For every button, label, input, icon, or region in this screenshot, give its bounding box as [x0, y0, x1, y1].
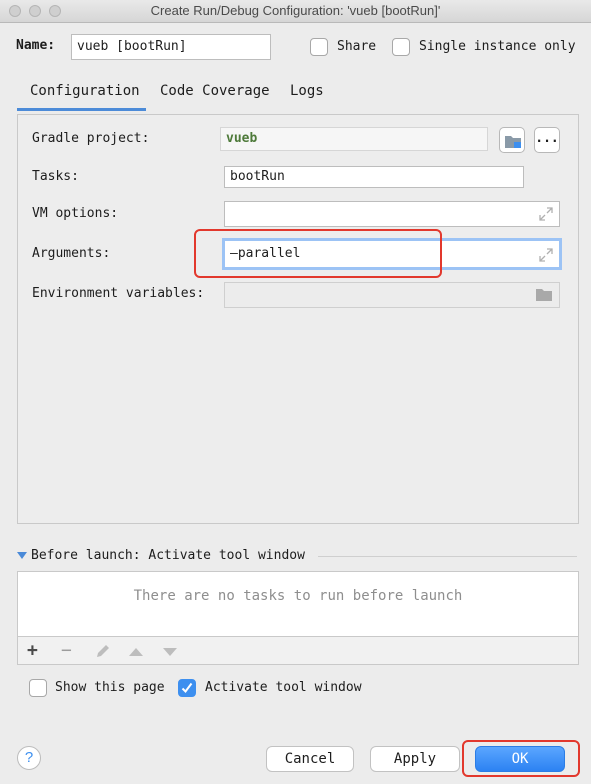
single-instance-checkbox[interactable] — [392, 38, 410, 56]
arrow-down-icon[interactable] — [162, 647, 178, 657]
project-folder-icon — [505, 136, 521, 148]
expand-icon[interactable] — [539, 207, 553, 221]
name-field[interactable]: vueb [bootRun] — [71, 34, 271, 60]
name-label: Name: — [16, 38, 56, 53]
gradle-project-field[interactable]: vueb — [220, 127, 488, 151]
arguments-highlight-box — [194, 229, 442, 278]
gradle-project-select-button[interactable] — [499, 127, 525, 153]
title-bar: Create Run/Debug Configuration: 'vueb [b… — [0, 0, 591, 23]
window-title: Create Run/Debug Configuration: 'vueb [b… — [150, 3, 441, 18]
tasks-label: Tasks: — [32, 169, 79, 184]
divider — [318, 556, 577, 557]
single-instance-label: Single instance only — [419, 39, 576, 54]
before-launch-header[interactable]: Before launch: Activate tool window — [31, 548, 305, 563]
activate-tool-window-label: Activate tool window — [205, 680, 362, 695]
gradle-project-label: Gradle project: — [32, 131, 150, 146]
before-launch-empty-text: There are no tasks to run before launch — [133, 588, 463, 604]
apply-button[interactable]: Apply — [370, 746, 460, 772]
arguments-label: Arguments: — [32, 246, 111, 261]
show-this-page-label: Show this page — [55, 680, 165, 695]
show-this-page-checkbox[interactable] — [29, 679, 47, 697]
minus-icon[interactable]: − — [61, 642, 72, 660]
arrow-up-icon[interactable] — [128, 647, 144, 657]
environment-variables-field[interactable] — [224, 282, 560, 308]
vm-options-field[interactable] — [224, 201, 560, 227]
plus-icon[interactable]: + — [27, 642, 38, 660]
activate-tool-window-checkbox[interactable] — [178, 679, 196, 697]
browse-button[interactable]: ... — [534, 127, 560, 153]
tab-logs[interactable]: Logs — [290, 83, 324, 99]
environment-variables-label: Environment variables: — [32, 286, 205, 301]
vm-options-label: VM options: — [32, 206, 119, 221]
collapse-triangle-icon[interactable] — [17, 552, 27, 560]
tab-selected-indicator — [17, 108, 146, 111]
tasks-field[interactable]: bootRun — [224, 166, 524, 188]
share-label: Share — [337, 39, 377, 54]
checkmark-icon — [181, 682, 193, 694]
ok-highlight-box — [462, 740, 580, 777]
help-button[interactable]: ? — [17, 746, 41, 770]
cancel-button[interactable]: Cancel — [266, 746, 354, 772]
pencil-icon[interactable] — [94, 643, 111, 660]
share-checkbox[interactable] — [310, 38, 328, 56]
folder-icon[interactable] — [535, 287, 553, 302]
tab-configuration[interactable]: Configuration — [30, 83, 140, 99]
tab-code-coverage[interactable]: Code Coverage — [160, 83, 270, 99]
expand-icon[interactable] — [539, 248, 553, 262]
